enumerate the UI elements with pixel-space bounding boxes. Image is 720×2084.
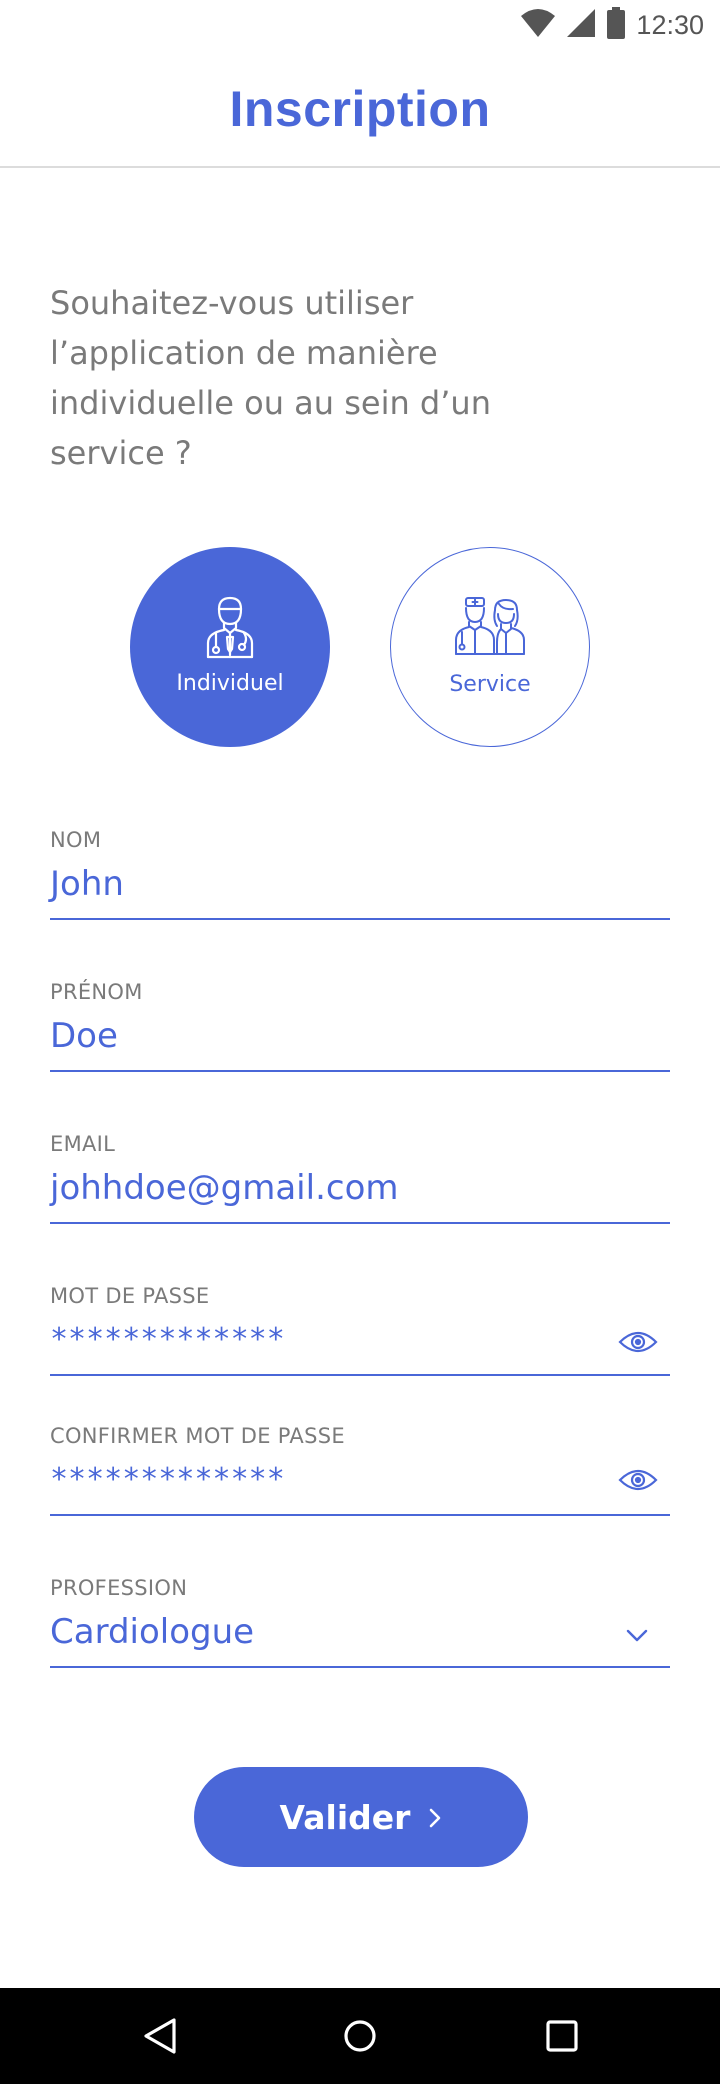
email-field[interactable]: EMAIL johhdoe@gmail.com <box>50 1132 670 1224</box>
confirm-password-label: CONFIRMER MOT DE PASSE <box>50 1424 345 1448</box>
app-header: Inscription <box>0 50 720 168</box>
prenom-field[interactable]: PRÉNOM Doe <box>50 980 670 1072</box>
medical-team-icon <box>453 596 527 660</box>
mode-service-button[interactable]: Service <box>390 547 590 747</box>
profession-select[interactable]: PROFESSION Cardiologue <box>50 1576 670 1668</box>
nom-input[interactable]: John <box>50 864 124 904</box>
usage-question: Souhaitez-vous utiliser l’application de… <box>50 284 491 472</box>
battery-icon <box>606 7 626 43</box>
password-input[interactable]: ************* <box>50 1322 285 1357</box>
wifi-icon <box>520 8 556 42</box>
profession-value[interactable]: Cardiologue <box>50 1612 254 1652</box>
prenom-label: PRÉNOM <box>50 980 143 1004</box>
chevron-right-icon <box>428 1798 442 1837</box>
validate-label: Valider <box>279 1797 411 1837</box>
signal-icon <box>566 8 596 42</box>
profession-label: PROFESSION <box>50 1576 188 1600</box>
prenom-input[interactable]: Doe <box>50 1016 118 1056</box>
mode-individuel-button[interactable]: Individuel <box>130 547 330 747</box>
home-icon[interactable] <box>330 2006 390 2066</box>
nom-label: NOM <box>50 828 102 852</box>
status-icons: 12:30 <box>520 7 704 43</box>
status-bar: 12:30 <box>0 0 720 50</box>
doctor-icon <box>202 595 258 663</box>
show-password-eye-icon[interactable] <box>618 1330 658 1358</box>
mode-service-label: Service <box>449 672 531 697</box>
mode-individuel-label: Individuel <box>176 671 284 696</box>
validate-button[interactable]: Valider <box>194 1767 528 1867</box>
email-label: EMAIL <box>50 1132 116 1156</box>
chevron-down-icon[interactable] <box>626 1628 648 1647</box>
back-icon[interactable] <box>130 2006 190 2066</box>
confirm-password-input[interactable]: ************* <box>50 1462 285 1497</box>
recents-icon[interactable] <box>532 2006 592 2066</box>
show-confirm-password-eye-icon[interactable] <box>618 1468 658 1496</box>
password-field[interactable]: MOT DE PASSE ************* <box>50 1284 670 1376</box>
status-time: 12:30 <box>636 9 704 40</box>
nom-field[interactable]: NOM John <box>50 828 670 920</box>
email-input[interactable]: johhdoe@gmail.com <box>50 1168 399 1208</box>
page-title: Inscription <box>229 81 491 137</box>
confirm-password-field[interactable]: CONFIRMER MOT DE PASSE ************* <box>50 1424 670 1516</box>
password-label: MOT DE PASSE <box>50 1284 210 1308</box>
system-nav-bar <box>0 1988 720 2084</box>
